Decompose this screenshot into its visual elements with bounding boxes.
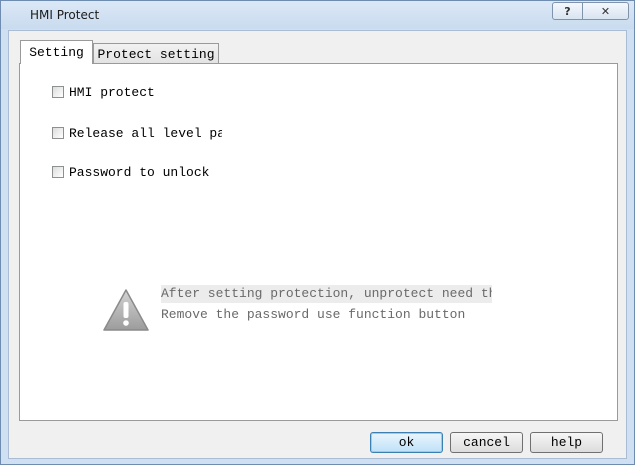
option-hmi-protect[interactable]: HMI protect [52,84,252,100]
dialog-client-area: Setting Protect setting HMI protect Rele… [8,30,627,459]
setting-panel: HMI protect Release all level pass Passw… [19,63,618,421]
close-icon[interactable]: ✕ [583,3,628,19]
cancel-button[interactable]: cancel [450,432,523,453]
option-password-to-unlock[interactable]: Password to unlock [52,164,272,180]
warning-icon [103,289,149,331]
password-to-unlock-checkbox[interactable] [52,166,64,178]
window-title: HMI Protect [30,8,100,22]
ok-button[interactable]: ok [370,432,443,453]
help-title-button[interactable]: ? [553,3,583,19]
password-to-unlock-label: Password to unlock [69,164,210,180]
release-all-level-pass-label: Release all level pass [69,125,222,141]
tab-protect-setting[interactable]: Protect setting [93,43,219,64]
help-button[interactable]: help [530,432,603,453]
hmi-protect-label: HMI protect [69,84,155,100]
title-bar: HMI Protect ? ✕ [1,1,634,29]
tab-setting[interactable]: Setting [20,40,93,64]
hmi-protect-dialog: HMI Protect ? ✕ Setting Protect setting … [0,0,635,465]
hmi-protect-checkbox[interactable] [52,86,64,98]
release-all-level-pass-checkbox[interactable] [52,127,64,139]
protection-message-line1: After setting protection, unprotect need… [161,285,492,303]
option-release-all-level-pass[interactable]: Release all level pass [52,125,222,141]
title-buttons: ? ✕ [552,2,629,20]
protection-message-line2: Remove the password use function button [161,307,466,322]
